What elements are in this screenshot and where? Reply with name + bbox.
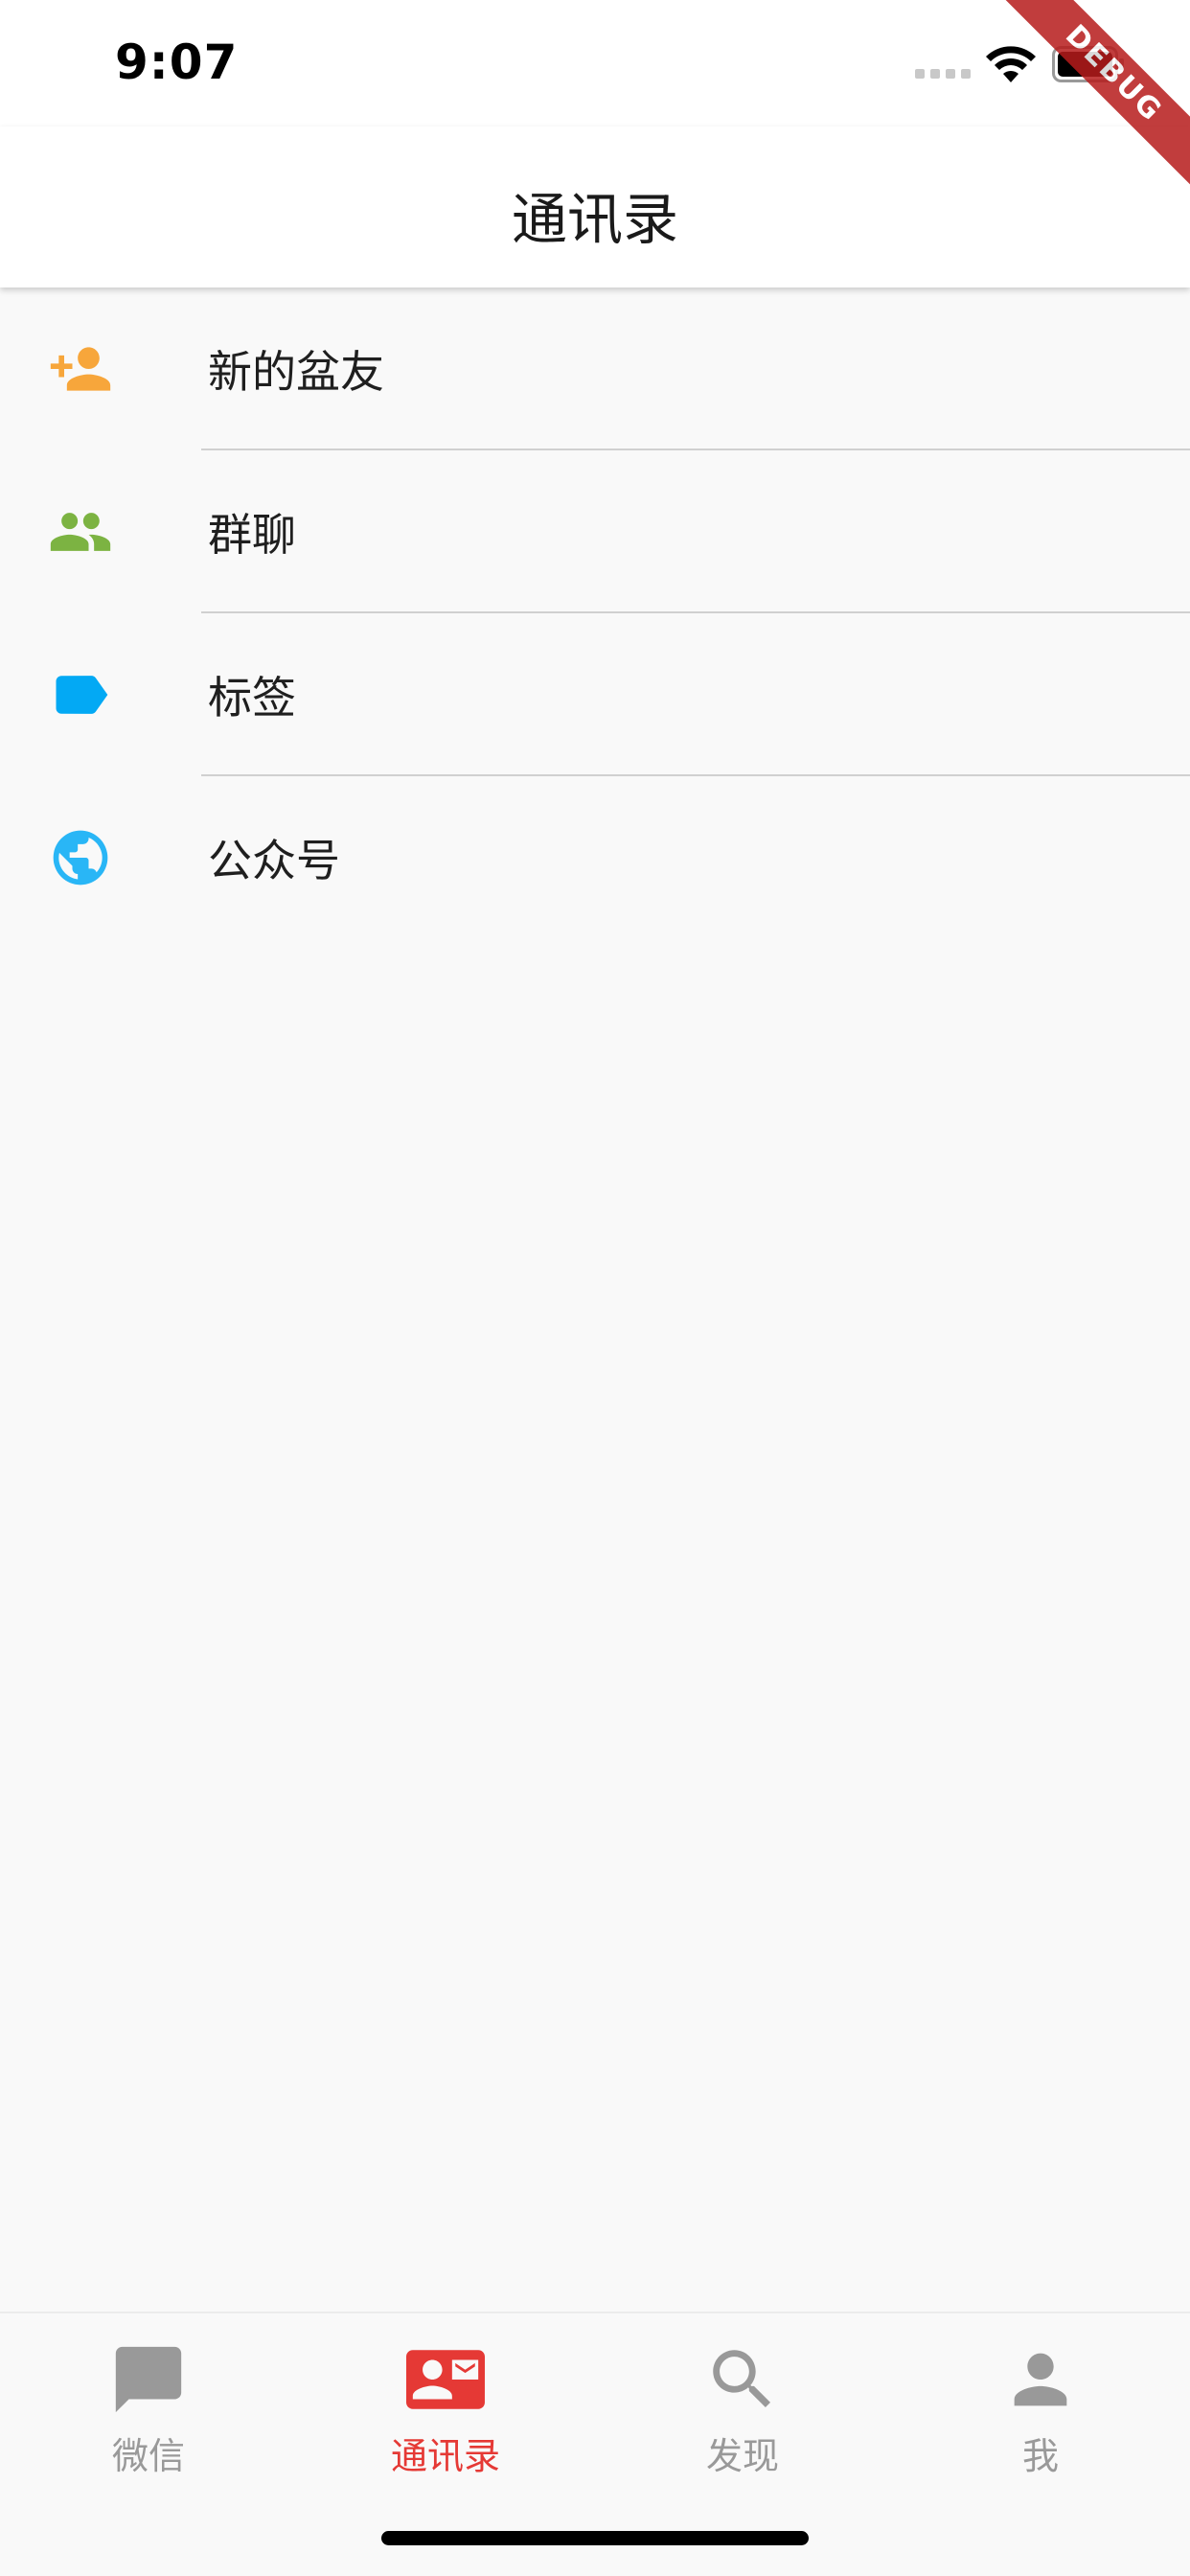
list-item-tags[interactable]: 标签 xyxy=(0,613,1190,776)
status-time: 9:07 xyxy=(115,34,239,90)
label-tag-icon xyxy=(56,676,108,714)
tab-me[interactable]: 我 xyxy=(945,2340,1136,2479)
list-item-label: 标签 xyxy=(208,672,296,724)
page-title: 通讯录 xyxy=(511,187,678,252)
person-icon xyxy=(1014,2353,1067,2406)
tab-label: 发现 xyxy=(705,2435,779,2477)
list-item-new-friends[interactable]: 新的盆友 xyxy=(0,288,1190,450)
status-bar: 9:07 xyxy=(0,0,1190,126)
tab-label: 我 xyxy=(1021,2435,1059,2477)
chat-bubble-icon xyxy=(115,2346,182,2413)
tab-label: 微信 xyxy=(111,2435,185,2477)
home-indicator[interactable] xyxy=(381,2531,809,2545)
tab-contacts[interactable]: 通讯录 xyxy=(350,2340,541,2479)
search-icon xyxy=(713,2350,771,2408)
tab-discover[interactable]: 发现 xyxy=(647,2340,838,2479)
list-item-group-chat[interactable]: 群聊 xyxy=(0,450,1190,613)
list-item-official-accounts[interactable]: 公众号 xyxy=(0,776,1190,939)
globe-icon xyxy=(53,830,108,886)
list-item-label: 群聊 xyxy=(208,509,296,561)
list-item-label: 公众号 xyxy=(208,835,340,886)
contacts-menu-list: 新的盆友 群聊 标签 公众号 xyxy=(0,288,1190,939)
cellular-signal-icon xyxy=(915,69,971,79)
person-add-icon xyxy=(50,347,111,391)
group-icon xyxy=(50,513,111,551)
contact-mail-icon xyxy=(406,2350,485,2409)
tab-wechat[interactable]: 微信 xyxy=(53,2340,244,2479)
list-item-label: 新的盆友 xyxy=(208,346,384,398)
wifi-icon xyxy=(986,46,1036,82)
tab-label: 通讯录 xyxy=(390,2435,500,2477)
app-bar: 通讯录 xyxy=(0,126,1190,288)
